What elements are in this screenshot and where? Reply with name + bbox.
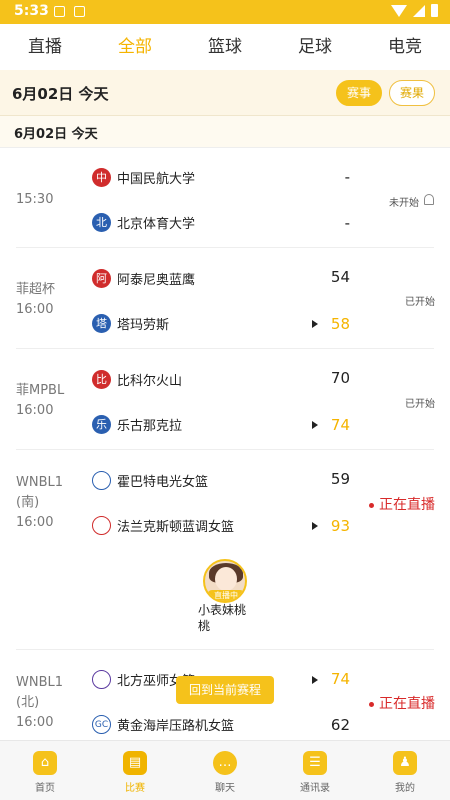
home-team: 阿 阿泰尼奥蓝鹰	[92, 267, 195, 289]
team-logo-icon: 比	[92, 369, 111, 389]
nav-label: 比赛	[125, 783, 145, 794]
anchor-avatar[interactable]: 直播中	[203, 559, 247, 603]
home-team-name: 比科尔火山	[117, 373, 183, 389]
home-score: 74	[330, 670, 350, 688]
image-icon	[54, 6, 65, 17]
match-time: 16:00	[16, 403, 54, 418]
live-status: 正在直播	[369, 494, 435, 514]
nav-label: 首页	[35, 783, 55, 794]
nav-profile[interactable]: ♟ 我的	[360, 741, 450, 800]
home-score: 54	[330, 268, 350, 286]
nav-label: 我的	[395, 783, 415, 794]
home-score: 59	[330, 470, 350, 488]
nav-label: 聊天	[215, 783, 235, 794]
team-logo-icon: GC	[92, 714, 111, 734]
tab-basketball[interactable]: 篮球	[180, 24, 270, 70]
match-status: 已开始	[405, 297, 435, 308]
status-bar: 5:33	[0, 0, 450, 24]
tab-live[interactable]: 直播	[0, 24, 90, 70]
match-status: 未开始	[389, 198, 419, 209]
match-time: 16:00	[16, 515, 54, 530]
tab-all[interactable]: 全部	[90, 24, 180, 70]
category-tabs: 直播 全部 篮球 足球 电竞	[0, 24, 450, 70]
home-team-name: 霍巴特电光女篮	[117, 474, 209, 490]
contacts-icon: ☰	[303, 751, 327, 775]
match-league: 菲MPBL	[16, 383, 65, 398]
away-team-name: 乐古那克拉	[117, 418, 183, 434]
away-team: 塔 塔玛劳斯	[92, 312, 169, 334]
away-team: GC 黄金海岸压路机女篮	[92, 713, 234, 735]
bell-icon[interactable]	[424, 194, 434, 205]
away-score: 93	[330, 517, 350, 535]
home-icon: ⌂	[33, 751, 57, 775]
away-team-name: 黄金海岸压路机女篮	[117, 718, 235, 734]
nav-matches[interactable]: ▤ 比赛	[90, 741, 180, 800]
home-score: -	[344, 168, 350, 186]
anchor-name[interactable]: 小表妹桃桃	[198, 602, 254, 634]
section-date-label: 6月02日 今天	[14, 127, 98, 142]
away-team: 乐 乐古那克拉	[92, 413, 182, 435]
match-row[interactable]: 菲MPBL 16:00 比 比科尔火山 乐 乐古那克拉 70 74 已开始	[0, 349, 450, 450]
team-logo-icon: 北	[92, 212, 111, 232]
away-team: 法兰克斯顿蓝调女篮	[92, 514, 234, 536]
home-team-name: 阿泰尼奥蓝鹰	[117, 272, 196, 288]
battery-icon	[431, 4, 438, 17]
team-logo-icon: 中	[92, 167, 111, 187]
date-label[interactable]: 6月02日 今天	[12, 83, 109, 104]
team-logo-icon	[92, 515, 111, 535]
match-row[interactable]: 菲超杯 16:00 阿 阿泰尼奥蓝鹰 塔 塔玛劳斯 54 58 已开始	[0, 248, 450, 349]
home-team: 霍巴特电光女篮	[92, 469, 208, 491]
results-button[interactable]: 赛果	[389, 80, 435, 106]
team-logo-icon: 阿	[92, 268, 111, 288]
away-team-name: 塔玛劳斯	[117, 317, 170, 333]
match-icon: ▤	[123, 751, 147, 775]
team-logo-icon: 塔	[92, 313, 111, 333]
match-status: 已开始	[405, 399, 435, 410]
avatar-face	[215, 567, 237, 591]
away-score: 62	[330, 716, 350, 734]
notification-icon	[74, 6, 85, 17]
team-logo-icon	[92, 669, 111, 689]
nav-label: 通讯录	[300, 783, 330, 794]
wifi-icon	[391, 4, 407, 17]
match-league: 菲超杯	[16, 282, 56, 297]
bottom-nav: ⌂ 首页 ▤ 比赛 … 聊天 ☰ 通讯录 ♟ 我的	[0, 740, 450, 800]
nav-chat[interactable]: … 聊天	[180, 741, 270, 800]
nav-contacts[interactable]: ☰ 通讯录	[270, 741, 360, 800]
match-time: 16:00	[16, 715, 54, 730]
match-time: 15:30	[16, 192, 54, 207]
home-team: 比 比科尔火山	[92, 368, 182, 390]
match-league: WNBL1 (南)	[16, 475, 64, 510]
signal-icon	[413, 4, 425, 17]
back-to-current-button[interactable]: 回到当前赛程	[176, 676, 274, 704]
away-team-name: 法兰克斯顿蓝调女篮	[117, 519, 235, 535]
tab-football[interactable]: 足球	[270, 24, 360, 70]
home-team: 中 中国民航大学	[92, 166, 195, 188]
status-time: 5:33	[14, 3, 49, 19]
home-team-name: 中国民航大学	[117, 171, 196, 187]
away-score: -	[344, 214, 350, 232]
away-team: 北 北京体育大学	[92, 211, 195, 233]
match-time: 16:00	[16, 302, 54, 317]
team-logo-icon	[92, 470, 111, 490]
section-date-header: 6月02日 今天	[0, 116, 450, 148]
chat-icon: …	[213, 751, 237, 775]
home-score: 70	[330, 369, 350, 387]
match-league: WNBL1 (北)	[16, 675, 64, 710]
live-tag: 直播中	[207, 590, 245, 601]
tab-esports[interactable]: 电竞	[360, 24, 450, 70]
away-team-name: 北京体育大学	[117, 216, 196, 232]
away-score: 74	[330, 416, 350, 434]
date-bar: 6月02日 今天 赛事 赛果	[0, 70, 450, 116]
nav-home[interactable]: ⌂ 首页	[0, 741, 90, 800]
profile-icon: ♟	[393, 751, 417, 775]
schedule-button[interactable]: 赛事	[336, 80, 382, 106]
team-logo-icon: 乐	[92, 414, 111, 434]
live-status: 正在直播	[369, 693, 435, 713]
match-row[interactable]: 15:30 中 中国民航大学 北 北京体育大学 - - 未开始	[0, 148, 450, 248]
away-score: 58	[330, 315, 350, 333]
